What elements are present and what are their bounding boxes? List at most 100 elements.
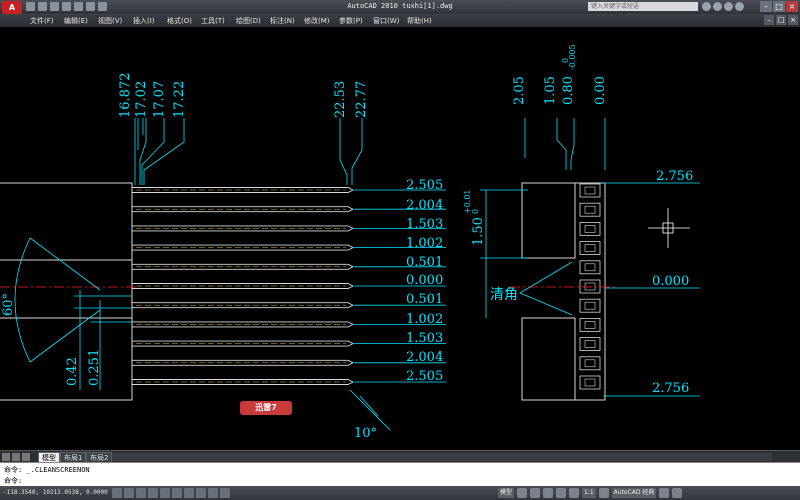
drawing-canvas[interactable]: 16.872 17.02 17.07 17.22 22.53 22.77 2.0… [0,27,800,450]
clean-screen-icon[interactable] [672,488,683,498]
command-input[interactable]: 命令: [4,476,22,486]
annotation-scale[interactable]: 1:1 [582,488,596,498]
star-icon[interactable] [724,2,733,11]
drafting-toggles [112,488,230,498]
qp-toggle-icon[interactable] [220,488,230,498]
doc-close-button[interactable]: × [788,15,798,25]
dyn-toggle-icon[interactable] [196,488,206,498]
zoom-icon[interactable] [543,488,554,498]
ortho-toggle-icon[interactable] [136,488,146,498]
first-tab-icon[interactable] [2,453,10,461]
help-icon[interactable] [735,2,744,11]
dim-0-42: 0.42 [65,357,80,386]
dim-17-02: 17.02 [134,81,149,118]
menu-format[interactable]: 格式(O) [167,16,192,26]
dim-right-4: 0.501 [406,255,443,270]
cad-drawing[interactable]: 16.872 17.02 17.07 17.22 22.53 22.77 2.0… [0,27,800,450]
housing-teeth [579,183,601,390]
lock-icon[interactable] [659,488,670,498]
dim-right-9: 2.004 [406,350,443,365]
lwt-toggle-icon[interactable] [208,488,218,498]
menu-dimension[interactable]: 标注(N) [270,16,295,26]
menu-window[interactable]: 窗口(W) [373,16,399,26]
grid-toggle-icon[interactable] [124,488,134,498]
housing-slot [584,186,596,195]
housing-slot [584,301,596,310]
housing-cell [579,202,601,217]
menu-parametric[interactable]: 参数(P) [339,16,363,26]
close-button[interactable]: × [786,1,798,12]
steering-wheel-icon[interactable] [556,488,567,498]
housing-cell [579,221,601,236]
next-tab-icon[interactable] [22,453,30,461]
dim-17-22: 17.22 [172,81,187,118]
dimension-text: 16.872 17.02 17.07 17.22 22.53 22.77 2.0… [1,44,693,441]
housing-slot [584,378,596,387]
housing-slot [584,263,596,272]
menu-file[interactable]: 文件(F) [30,16,54,26]
snap-toggle-icon[interactable] [112,488,122,498]
menu-modify[interactable]: 修改(M) [304,16,330,26]
angle-60: 60° [1,293,16,316]
dim-right-3: 1.002 [406,236,443,251]
command-history: 命令: _.CLEANSCREENON [4,466,90,474]
housing-slot [584,225,596,233]
horizontal-scrollbar[interactable] [112,453,772,461]
housing-cell [579,279,601,294]
prev-tab-icon[interactable] [12,453,20,461]
osnap-toggle-icon[interactable] [160,488,170,498]
dim-1-05: 1.05 [543,76,558,105]
tab-navigation [2,453,30,461]
layout-icon[interactable] [517,488,528,498]
housing-cell [579,260,601,275]
tol-0-80-lower: -0.005 [568,44,577,70]
housing-cell [579,298,601,313]
polar-toggle-icon[interactable] [148,488,158,498]
search-icon[interactable] [702,2,711,11]
dim-22-77: 22.77 [354,81,369,118]
workspace-switch[interactable]: AutoCAD 经典 [611,488,657,498]
menu-draw[interactable]: 绘图(D) [236,16,261,26]
housing-cell [579,375,601,390]
dim-17-07: 17.07 [152,81,167,118]
menu-insert[interactable]: 插入(I) [133,16,155,26]
user-icon[interactable] [713,2,722,11]
thunder-watermark: 迅雷7 [240,401,292,415]
dim-far-right-top: 2.756 [656,169,693,184]
command-line[interactable]: 命令: _.CLEANSCREENON 命令: [0,462,800,487]
menu-bar: 文件(F) 编辑(E) 视图(V) 插入(I) 格式(O) 工具(T) 绘图(D… [0,14,800,27]
dim-22-53: 22.53 [333,81,348,118]
window-controls: – □ × [760,1,798,12]
minimize-button[interactable]: – [760,1,772,12]
annotation-visibility-icon[interactable] [598,488,609,498]
dim-0-00-top: 0.00 [593,76,608,105]
menu-help[interactable]: 帮助(H) [407,16,432,26]
otrack-toggle-icon[interactable] [172,488,182,498]
doc-minimize-button[interactable]: – [764,15,774,25]
menu-edit[interactable]: 编辑(E) [64,16,88,26]
doc-restore-button[interactable]: □ [776,15,786,25]
pan-icon[interactable] [530,488,541,498]
dim-right-6: 0.501 [406,292,443,307]
dim-far-right-mid: 0.000 [652,274,689,289]
maximize-button[interactable]: □ [773,1,785,12]
chamfer-note: 清角 [490,287,518,303]
housing-cell [579,317,601,332]
infocenter-icons [702,2,744,11]
showmotion-icon[interactable] [569,488,580,498]
model-space-button[interactable]: 模型 [498,488,515,498]
dim-right-5: 0.000 [406,273,443,288]
ducs-toggle-icon[interactable] [184,488,194,498]
coordinates-readout[interactable]: -118.3540, 10213.0538, 0.0000 [3,489,108,496]
menu-view[interactable]: 视图(V) [98,16,122,26]
housing-cell [579,356,601,371]
housing-slot [584,321,596,329]
housing-slot [584,359,596,368]
housing-cell [579,183,601,198]
housing-slot [584,205,596,214]
menu-tools[interactable]: 工具(T) [201,16,225,26]
dim-right-8: 1.503 [406,331,443,346]
dim-right-10: 2.505 [406,369,443,384]
status-tray: 模型 1:1 AutoCAD 经典 [498,488,683,498]
help-search-input[interactable]: 键入关键字或短语 [588,2,698,11]
